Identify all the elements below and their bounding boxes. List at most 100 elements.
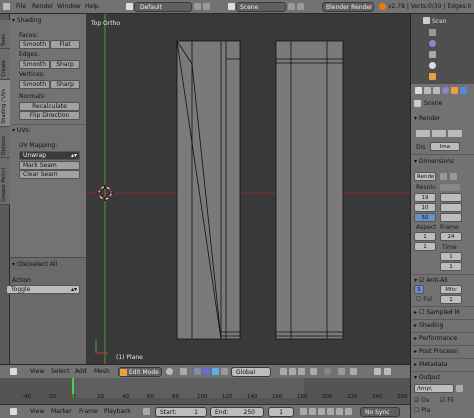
unwrap-menu-button[interactable]: Unwrap ▴▾ bbox=[19, 151, 80, 160]
aspect-x-field[interactable]: 1 bbox=[414, 232, 436, 241]
vertices-sharp-button[interactable]: Sharp bbox=[50, 80, 80, 89]
render-animation-icon[interactable] bbox=[432, 130, 446, 137]
aa-filter-selector[interactable]: Mitc bbox=[440, 285, 462, 294]
remove-preset-icon[interactable] bbox=[450, 173, 457, 180]
render-engine-selector[interactable]: Blender Render bbox=[322, 2, 374, 12]
edge-select-icon[interactable] bbox=[289, 368, 296, 375]
menu-file[interactable]: File bbox=[16, 3, 26, 10]
tab-shading-uvs[interactable]: Shading / UVs bbox=[0, 80, 10, 127]
performance-panel-header[interactable]: Performance bbox=[414, 335, 457, 342]
remove-scene-icon[interactable] bbox=[297, 3, 304, 10]
menu-add[interactable]: Add bbox=[75, 368, 87, 375]
current-frame-field[interactable]: 1 bbox=[268, 407, 294, 417]
pivot-icon[interactable] bbox=[180, 368, 187, 375]
tab-options[interactable]: Options bbox=[0, 127, 10, 158]
remove-layout-icon[interactable] bbox=[203, 3, 210, 10]
display-selector[interactable]: Ima bbox=[430, 142, 460, 151]
start-frame-field[interactable]: Start: 1 bbox=[155, 407, 207, 417]
jump-end-icon[interactable] bbox=[345, 408, 352, 415]
menu-help[interactable]: Help bbox=[85, 3, 99, 10]
output-path-field[interactable]: /tmp\ bbox=[414, 384, 454, 393]
scene-tab-icon[interactable] bbox=[433, 87, 440, 94]
menu-frame[interactable]: Frame bbox=[79, 408, 98, 415]
menu-window[interactable]: Window bbox=[57, 3, 81, 10]
editor-type-icon[interactable] bbox=[10, 368, 17, 375]
time-remap-old-field[interactable]: 1 bbox=[440, 252, 462, 261]
action-selector[interactable]: Toggle ▴▾ bbox=[6, 285, 80, 294]
aa-samples-field[interactable]: 5 bbox=[414, 285, 424, 294]
sampled-motion-blur-panel-header[interactable]: ☐ Sampled M bbox=[414, 309, 460, 316]
faces-smooth-button[interactable]: Smooth bbox=[19, 40, 50, 49]
render-layers-tab-icon[interactable] bbox=[424, 87, 431, 94]
edges-sharp-button[interactable]: Sharp bbox=[50, 60, 80, 69]
menu-render[interactable]: Render bbox=[32, 3, 53, 10]
layout-selector[interactable]: Default bbox=[134, 2, 192, 12]
menu-mesh[interactable]: Mesh bbox=[94, 368, 110, 375]
outliner[interactable]: Scen bbox=[410, 14, 474, 84]
shading-panel-header[interactable]: Shading bbox=[414, 322, 443, 329]
mesh-left-piece[interactable] bbox=[176, 40, 241, 340]
world-icon[interactable] bbox=[429, 40, 436, 47]
camera-icon[interactable] bbox=[429, 51, 436, 58]
edges-smooth-button[interactable]: Smooth bbox=[19, 60, 50, 69]
plane-object-icon[interactable] bbox=[429, 73, 436, 80]
clear-seam-button[interactable]: Clear Seam bbox=[19, 170, 80, 179]
frame-start-field[interactable] bbox=[440, 193, 462, 202]
next-keyframe-icon[interactable] bbox=[336, 408, 343, 415]
outliner-scene-item[interactable]: Scen bbox=[432, 18, 447, 25]
time-remap-new-field[interactable]: 1 bbox=[440, 262, 462, 271]
editor-type-icon[interactable] bbox=[10, 408, 17, 415]
render-preview-icon[interactable] bbox=[374, 368, 381, 375]
occlude-icon[interactable] bbox=[310, 368, 317, 375]
uvs-panel-header[interactable]: ▾ UVs: bbox=[12, 127, 31, 134]
mesh-right-piece[interactable] bbox=[275, 40, 344, 340]
vertices-smooth-button[interactable]: Smooth bbox=[19, 80, 50, 89]
add-layout-icon[interactable] bbox=[194, 3, 201, 10]
menu-view[interactable]: View bbox=[30, 408, 44, 415]
resolution-y-field[interactable]: 10 bbox=[414, 203, 436, 212]
dimensions-panel-header[interactable]: Dimensions bbox=[414, 158, 454, 165]
render-tab-icon[interactable] bbox=[415, 87, 422, 94]
shading-mode-icon[interactable] bbox=[166, 368, 173, 375]
anti-aliasing-panel-header[interactable]: ☑ Anti-Ali bbox=[414, 277, 448, 284]
3d-viewport[interactable]: Top Ortho (1) Plane bbox=[86, 14, 410, 364]
shading-panel-header[interactable]: ▾ Shading bbox=[12, 17, 41, 24]
add-preset-icon[interactable] bbox=[440, 173, 447, 180]
faces-flat-button[interactable]: Flat bbox=[50, 40, 80, 49]
filter-size-field[interactable]: 1 bbox=[440, 295, 462, 304]
object-tab-icon[interactable] bbox=[451, 87, 458, 94]
file-extensions-checkbox[interactable]: ☑ Fil bbox=[440, 397, 454, 404]
flip-direction-button[interactable]: Flip Direction bbox=[19, 111, 80, 120]
render-preset-selector[interactable]: Rende bbox=[414, 172, 436, 181]
menu-view[interactable]: View bbox=[30, 368, 44, 375]
mark-seam-button[interactable]: Mark Seam bbox=[19, 161, 80, 170]
sync-mode-selector[interactable]: No Sync bbox=[360, 407, 400, 417]
operator-panel-header[interactable]: ▾ (De)select All bbox=[12, 261, 57, 268]
resolution-percentage-slider[interactable]: 50 bbox=[414, 213, 436, 222]
post-processing-panel-header[interactable]: Post Processi bbox=[414, 348, 458, 355]
placeholders-checkbox[interactable]: ☐ Pla bbox=[414, 407, 430, 414]
aspect-y-field[interactable]: 1 bbox=[414, 242, 436, 251]
modifiers-tab-icon[interactable] bbox=[460, 87, 467, 94]
translate-icon[interactable] bbox=[203, 368, 210, 375]
render-layers-icon[interactable] bbox=[429, 29, 436, 36]
timeline[interactable]: -40 -20 0 20 40 60 80 100 120 140 160 180 200 220 240 2… bbox=[0, 378, 410, 404]
viewport-canvas[interactable] bbox=[86, 14, 410, 364]
render-panel-header[interactable]: Render bbox=[414, 115, 440, 122]
jump-start-icon[interactable] bbox=[300, 408, 307, 415]
render-audio-icon[interactable] bbox=[448, 130, 462, 137]
menu-marker[interactable]: Marker bbox=[51, 408, 72, 415]
frame-rate-selector[interactable]: 24 bbox=[440, 232, 462, 241]
manipulator-icon[interactable] bbox=[194, 368, 201, 375]
render-animation-icon[interactable] bbox=[384, 368, 391, 375]
scale-icon[interactable] bbox=[221, 368, 228, 375]
recalculate-button[interactable]: Recalculate bbox=[19, 102, 80, 111]
metadata-panel-header[interactable]: Metadata bbox=[414, 361, 447, 368]
snap-icon[interactable] bbox=[338, 368, 345, 375]
end-frame-field[interactable]: End: 250 bbox=[210, 407, 264, 417]
editor-type-icon[interactable] bbox=[3, 3, 10, 10]
mode-selector[interactable]: Edit Mode bbox=[118, 367, 162, 377]
range-icon[interactable] bbox=[143, 408, 150, 415]
play-icon[interactable] bbox=[327, 408, 334, 415]
tab-grease-pencil[interactable]: Grease Pencil bbox=[0, 158, 10, 205]
